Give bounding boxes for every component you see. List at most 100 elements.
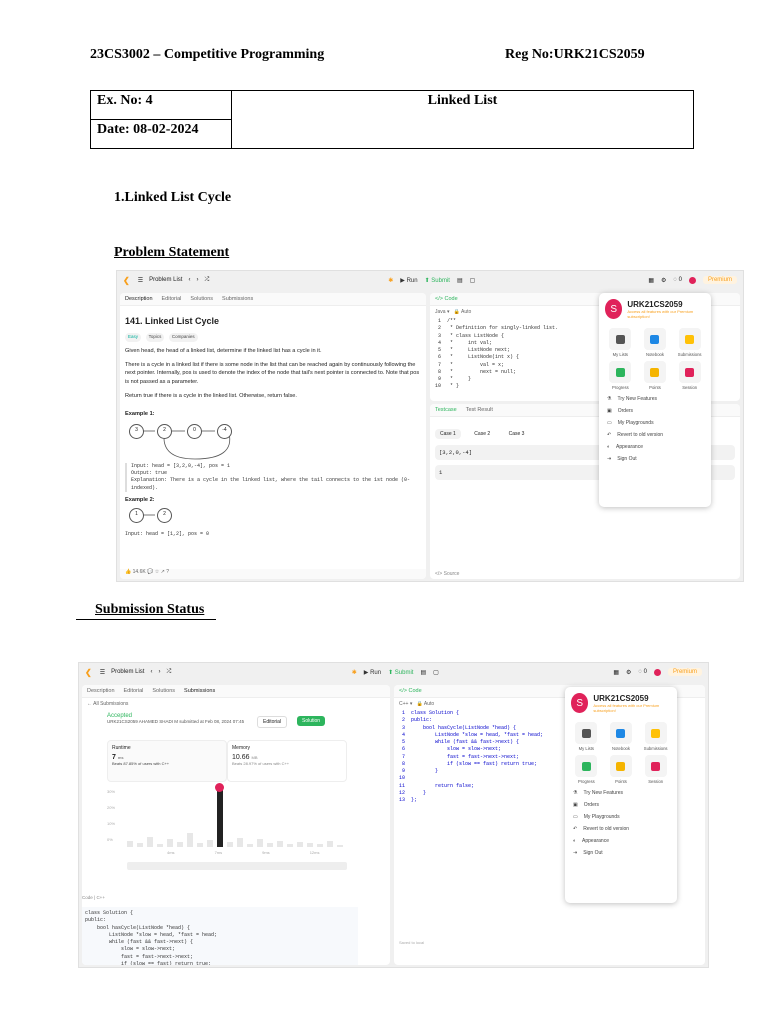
solution-button[interactable]: Solution [297, 716, 326, 726]
settings-icon[interactable]: ⚙ [626, 669, 631, 676]
menu-item[interactable]: ▭ My Playgrounds [599, 417, 711, 429]
memory-card[interactable]: Memory 10.66 MB Beats 28.97% of users wi… [227, 740, 347, 782]
submit-button[interactable]: ⬆ Submit [425, 277, 450, 284]
code-tab[interactable]: </> Code [399, 688, 422, 694]
language-select[interactable]: Java [435, 309, 446, 315]
tab-solutions[interactable]: Solutions [190, 296, 213, 302]
menu-tile[interactable]: Submissions [640, 722, 671, 751]
submit-label: Submit [394, 669, 414, 676]
list-icon[interactable]: ☰ [138, 277, 143, 284]
tab-submissions[interactable]: Submissions [184, 688, 215, 694]
case-1-tab[interactable]: Case 1 [435, 429, 461, 439]
shuffle-icon[interactable]: ⤮ [204, 277, 209, 284]
testcase-tab[interactable]: Testcase [435, 407, 457, 413]
premium-button[interactable]: Premium [702, 276, 737, 284]
menu-item[interactable]: ⚗ Try New Features [599, 393, 711, 405]
share-icon[interactable]: ↗ [161, 569, 165, 575]
editorial-button[interactable]: Editorial [257, 716, 288, 728]
example-2-heading: Example 2: [125, 496, 155, 503]
next-icon[interactable]: › [158, 669, 160, 675]
notes-icon[interactable]: ▤ [457, 277, 463, 284]
help-icon[interactable]: ? [166, 569, 169, 575]
comment-icon[interactable]: 💬 [147, 569, 153, 575]
topics-chip[interactable]: Topics [145, 332, 165, 342]
leetcode-logo-icon[interactable]: ❮ [123, 276, 130, 285]
notes-icon[interactable]: ▤ [420, 669, 426, 676]
histogram-bar [277, 841, 283, 847]
layout-icon[interactable]: ▦ [648, 277, 654, 284]
window-icon[interactable]: ▢ [470, 277, 476, 284]
tab-description[interactable]: Description [125, 296, 153, 302]
menu-premium-note[interactable]: Access all features with our Premium sub… [627, 309, 705, 319]
avatar[interactable] [653, 668, 661, 676]
range-slider[interactable] [127, 862, 347, 870]
runtime-card[interactable]: Runtime 7 ms Beats 87.85% of users with … [107, 740, 227, 782]
leetcode-logo-icon[interactable]: ❮ [85, 668, 92, 677]
menu-item[interactable]: ◐ Appearance [565, 835, 677, 847]
debug-icon[interactable]: ✱ [352, 669, 357, 676]
menu-tile[interactable]: Points [640, 361, 671, 390]
menu-item[interactable]: ▭ My Playgrounds [565, 811, 677, 823]
tile-label: Points [615, 779, 627, 784]
menu-item[interactable]: ↶ Revert to old version [599, 429, 711, 441]
debug-icon[interactable]: ✱ [388, 277, 393, 284]
x-tick: 9ms [262, 850, 270, 855]
tab-editorial[interactable]: Editorial [162, 296, 182, 302]
list-icon[interactable]: ☰ [100, 669, 105, 676]
menu-tile[interactable]: Notebook [606, 722, 637, 751]
case-2-tab[interactable]: Case 2 [469, 429, 495, 439]
test-result-tab[interactable]: Test Result [466, 407, 493, 413]
menu-item[interactable]: ▣ Orders [565, 799, 677, 811]
case-3-tab[interactable]: Case 3 [504, 429, 530, 439]
run-button[interactable]: ▶ Run [364, 669, 381, 676]
tab-submissions[interactable]: Submissions [222, 296, 253, 302]
auto-mode[interactable]: Auto [461, 309, 471, 315]
menu-tile[interactable]: Notebook [640, 328, 671, 357]
menu-item[interactable]: ▣ Orders [599, 405, 711, 417]
settings-icon[interactable]: ⚙ [661, 277, 666, 284]
layout-icon[interactable]: ▦ [613, 669, 619, 676]
menu-tile[interactable]: Session [674, 361, 705, 390]
menu-item[interactable]: ⚗ Try New Features [565, 787, 677, 799]
menu-tile[interactable]: My Lists [571, 722, 602, 751]
menu-tile[interactable]: Session [640, 755, 671, 784]
star-icon[interactable]: ☆ [155, 569, 159, 575]
window-icon[interactable]: ▢ [433, 669, 439, 676]
companies-chip[interactable]: Companies [168, 332, 198, 342]
menu-item-label: Try New Features [583, 790, 624, 796]
menu-item-icon: ↶ [607, 432, 612, 438]
menu-username[interactable]: URK21CS2059 [627, 300, 705, 309]
avatar[interactable] [688, 276, 696, 284]
menu-tile[interactable]: Progress [605, 361, 636, 390]
run-button[interactable]: ▶ Run [400, 277, 417, 284]
prev-icon[interactable]: ‹ [150, 669, 152, 675]
menu-item[interactable]: ⇥ Sign Out [565, 847, 677, 859]
source-link[interactable]: </> Source [435, 571, 459, 577]
tab-description[interactable]: Description [87, 688, 115, 694]
auto-mode[interactable]: Auto [424, 701, 434, 707]
menu-username[interactable]: URK21CS2059 [593, 694, 671, 703]
tab-editorial[interactable]: Editorial [124, 688, 144, 694]
menu-premium-note[interactable]: Access all features with our Premium sub… [593, 703, 671, 713]
menu-tile[interactable]: My Lists [605, 328, 636, 357]
back-link[interactable]: ← All Submissions [82, 698, 390, 710]
shuffle-icon[interactable]: ⤮ [166, 669, 171, 676]
next-icon[interactable]: › [196, 277, 198, 283]
prev-icon[interactable]: ‹ [188, 277, 190, 283]
streak-icon[interactable]: ◌ 0 [638, 669, 647, 675]
like-icon[interactable]: 👍 [125, 569, 131, 575]
tab-solutions[interactable]: Solutions [152, 688, 175, 694]
code-tab[interactable]: </> Code [435, 296, 458, 302]
submit-button[interactable]: ⬆ Submit [388, 669, 413, 676]
problem-list-link[interactable]: Problem List [149, 277, 182, 283]
menu-tile[interactable]: Points [606, 755, 637, 784]
menu-tile[interactable]: Progress [571, 755, 602, 784]
menu-item[interactable]: ⇥ Sign Out [599, 453, 711, 465]
menu-tile[interactable]: Submissions [674, 328, 705, 357]
menu-item[interactable]: ↶ Revert to old version [565, 823, 677, 835]
language-select[interactable]: C++ [399, 701, 408, 707]
streak-icon[interactable]: ◌ 0 [673, 277, 682, 283]
problem-list-link[interactable]: Problem List [111, 669, 144, 675]
menu-item[interactable]: ◐ Appearance [599, 441, 711, 453]
premium-button[interactable]: Premium [667, 668, 702, 676]
